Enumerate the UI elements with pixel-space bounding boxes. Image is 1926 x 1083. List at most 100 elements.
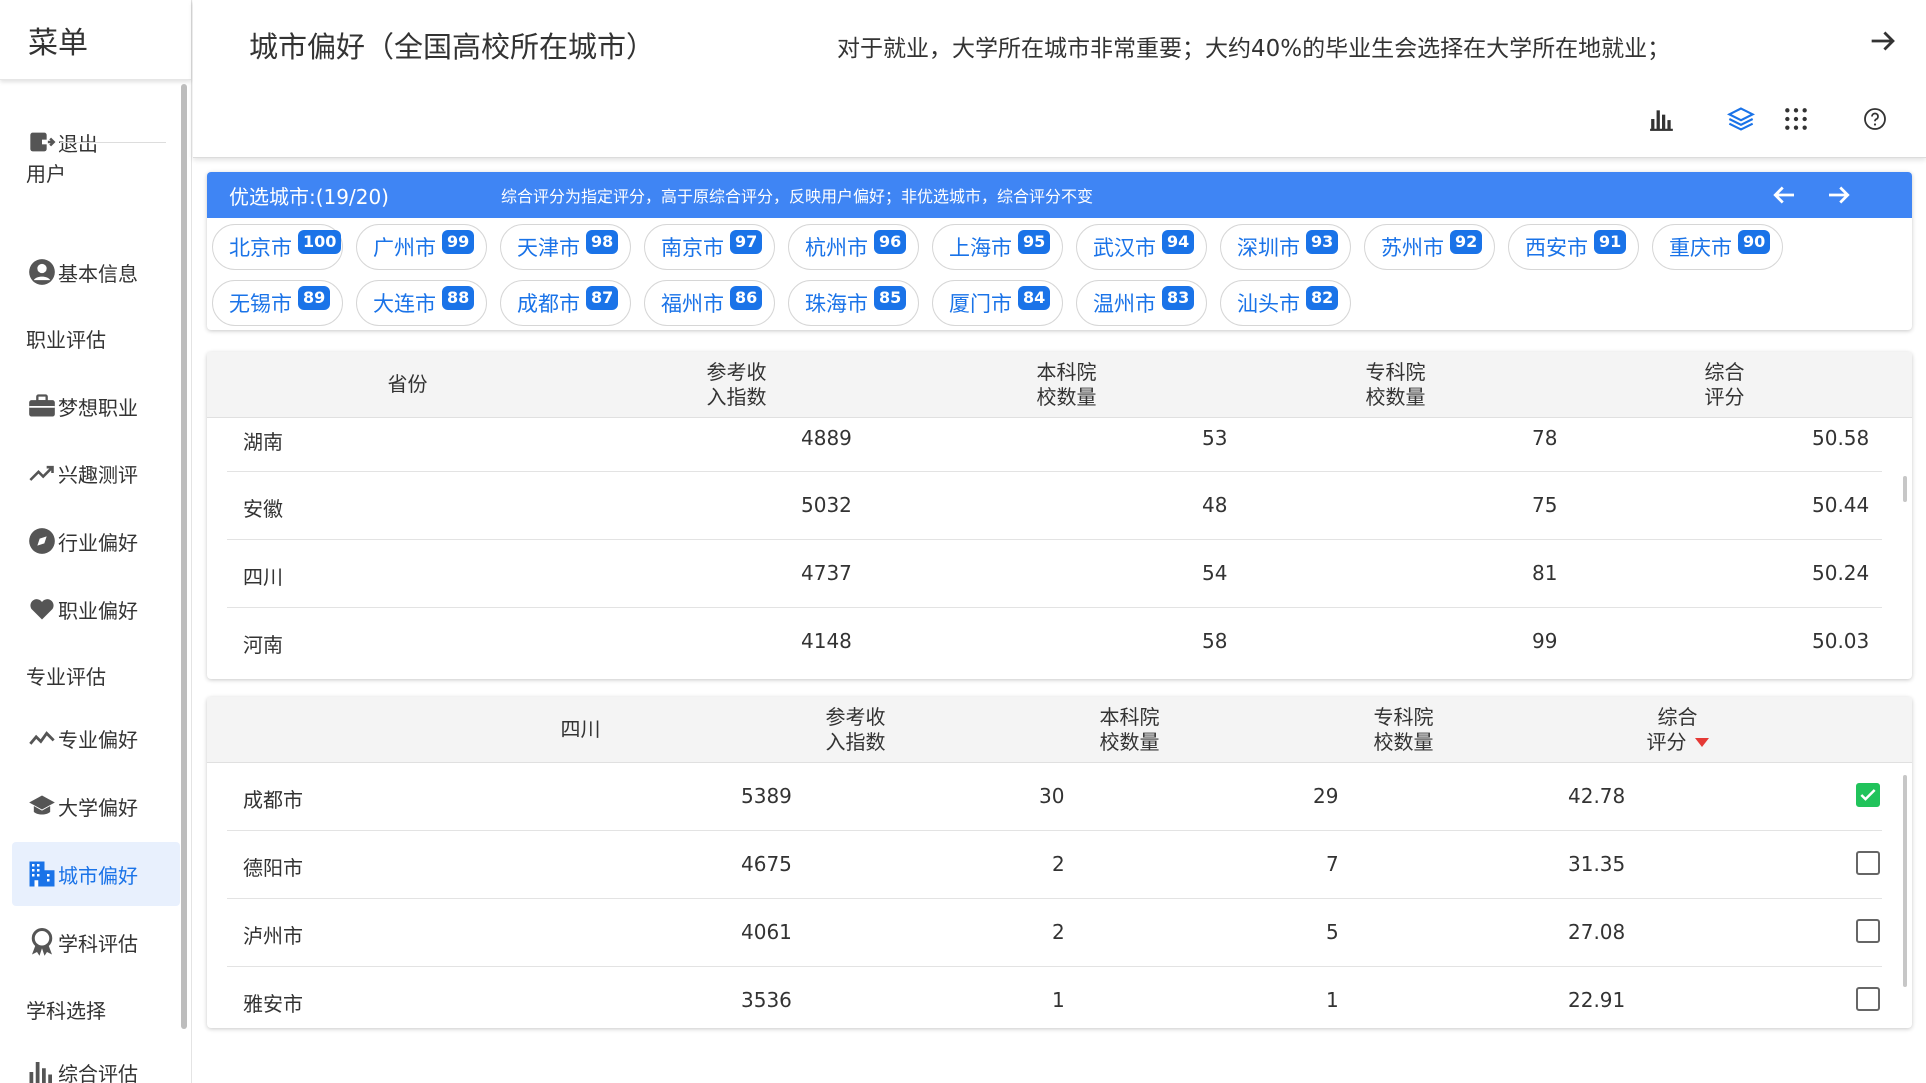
- cell-province: 四川: [243, 565, 283, 589]
- col-province-name-label: 四川: [560, 717, 601, 741]
- city-chip[interactable]: 广州市 99: [356, 224, 487, 270]
- city-chip[interactable]: 重庆市 90: [1652, 224, 1783, 270]
- sidebar-item-label: 专业偏好: [58, 727, 138, 752]
- cell-college: 29: [1313, 784, 1339, 808]
- city-chip-name: 西安市: [1525, 236, 1588, 260]
- city-chip-score: 100: [298, 230, 342, 254]
- col-province-name[interactable]: 四川: [503, 717, 658, 742]
- cell-bachelor: 2: [1052, 852, 1065, 876]
- col-income[interactable]: 参考收 入指数: [778, 705, 933, 755]
- select-checkbox[interactable]: [1856, 851, 1880, 875]
- col-college[interactable]: 专科院 校数量: [1318, 360, 1473, 410]
- city-chip[interactable]: 南京市 97: [644, 224, 775, 270]
- layers-icon[interactable]: [1724, 102, 1758, 136]
- col-bachelor[interactable]: 本科院 校数量: [989, 360, 1144, 410]
- city-chip-score: 93: [1306, 230, 1339, 254]
- city-chip-name: 深圳市: [1237, 236, 1300, 260]
- user-icon: [26, 256, 58, 288]
- cell-college: 75: [1532, 493, 1558, 517]
- city-chip[interactable]: 上海市 95: [932, 224, 1063, 270]
- city-chip-name: 北京市: [229, 236, 292, 260]
- briefcase-icon: [26, 390, 58, 422]
- sidebar-item-major-pref[interactable]: 专业偏好: [12, 706, 180, 770]
- city-chip-score: 91: [1594, 230, 1627, 254]
- select-checkbox[interactable]: [1856, 987, 1880, 1011]
- sidebar-item-interest-test[interactable]: 兴趣测评: [12, 441, 180, 505]
- sidebar-item-label: 大学偏好: [58, 795, 138, 820]
- bar-chart-icon[interactable]: [1645, 102, 1679, 136]
- col-bachelor-line2: 校数量: [1099, 730, 1160, 754]
- city-chip[interactable]: 成都市 87: [500, 280, 631, 326]
- col-income[interactable]: 参考收 入指数: [659, 360, 814, 410]
- city-chip[interactable]: 厦门市 84: [932, 280, 1063, 326]
- city-chip[interactable]: 汕头市 82: [1220, 280, 1351, 326]
- cell-score: 50.03: [1812, 629, 1870, 653]
- sidebar-item-subject-eval[interactable]: 学科评估: [12, 910, 180, 974]
- table-row[interactable]: 泸州市 4061 2 5 27.08: [227, 899, 1882, 967]
- sidebar-item-industry-pref[interactable]: 行业偏好: [12, 509, 180, 573]
- city-chip-score: 94: [1162, 230, 1195, 254]
- logout-icon: [26, 126, 58, 158]
- city-chip[interactable]: 珠海市 85: [788, 280, 919, 326]
- city-chip[interactable]: 武汉市 94: [1076, 224, 1207, 270]
- col-score[interactable]: 综合 评分: [1647, 360, 1802, 410]
- select-checkbox[interactable]: [1856, 919, 1880, 943]
- city-chip[interactable]: 无锡市 89: [212, 280, 343, 326]
- sidebar-group-subject: 学科选择: [26, 999, 106, 1023]
- sort-desc-icon[interactable]: [1694, 738, 1709, 747]
- city-chip[interactable]: 深圳市 93: [1220, 224, 1351, 270]
- compass-icon: [26, 525, 58, 557]
- table-row[interactable]: 四川 4737 54 81 50.24: [227, 540, 1882, 608]
- col-income-line2: 入指数: [706, 385, 767, 409]
- province-table-scrollbar[interactable]: [1903, 476, 1907, 502]
- help-icon[interactable]: [1858, 102, 1892, 136]
- city-chip[interactable]: 杭州市 96: [788, 224, 919, 270]
- col-province[interactable]: 省份: [330, 372, 485, 397]
- cell-bachelor: 2: [1052, 920, 1065, 944]
- select-checkbox[interactable]: [1856, 783, 1880, 807]
- city-chip[interactable]: 苏州市 92: [1364, 224, 1495, 270]
- sidebar: 菜单 退出 用户 基本信息 职业评估 梦想职业 兴趣测评 行业偏好 职业偏好 专…: [0, 0, 192, 1083]
- col-income-line2: 入指数: [825, 730, 886, 754]
- sidebar-item-career-pref[interactable]: 职业偏好: [12, 577, 180, 641]
- city-chip[interactable]: 温州市 83: [1076, 280, 1207, 326]
- apps-grid-icon[interactable]: [1779, 102, 1813, 136]
- city-chip[interactable]: 西安市 91: [1508, 224, 1639, 270]
- table-row[interactable]: 雅安市 3536 1 1 22.91: [227, 967, 1882, 1028]
- sidebar-item-university-pref[interactable]: 大学偏好: [12, 774, 180, 838]
- next-arrow-icon[interactable]: [1866, 24, 1900, 58]
- city-table-scrollbar[interactable]: [1903, 775, 1907, 987]
- table-row[interactable]: 成都市 5389 30 29 42.78: [227, 763, 1882, 831]
- city-chip[interactable]: 大连市 88: [356, 280, 487, 326]
- city-chip-name: 汕头市: [1237, 292, 1300, 316]
- col-score[interactable]: 综合 评分: [1600, 705, 1755, 755]
- col-bachelor[interactable]: 本科院 校数量: [1052, 705, 1207, 755]
- city-chip[interactable]: 福州市 86: [644, 280, 775, 326]
- sidebar-item-basic-info[interactable]: 基本信息: [12, 240, 180, 304]
- city-chip[interactable]: 天津市 98: [500, 224, 631, 270]
- table-row[interactable]: 德阳市 4675 2 7 31.35: [227, 831, 1882, 899]
- cell-college: 1: [1326, 988, 1339, 1012]
- table-row[interactable]: 河南 4148 58 99 50.03: [227, 608, 1882, 676]
- sidebar-item-city-pref[interactable]: 城市偏好: [12, 842, 180, 906]
- cell-income: 4889: [801, 426, 852, 450]
- sidebar-item-overall-eval[interactable]: 综合评估: [12, 1040, 180, 1083]
- table-row[interactable]: 湖南 4889 53 78 50.58: [227, 418, 1882, 472]
- sidebar-item-label: 城市偏好: [58, 863, 138, 888]
- graduation-cap-icon: [26, 790, 58, 822]
- trending-icon: [26, 457, 58, 489]
- sidebar-item-label: 梦想职业: [58, 395, 138, 420]
- city-chip-name: 杭州市: [805, 236, 868, 260]
- city-chip-name: 成都市: [517, 292, 580, 316]
- city-chip[interactable]: 北京市 100: [212, 224, 343, 270]
- sidebar-item-dream-career[interactable]: 梦想职业: [12, 374, 180, 438]
- arrow-left-icon[interactable]: [1769, 180, 1799, 210]
- sidebar-group-user: 用户: [26, 162, 66, 186]
- col-bachelor-line1: 本科院: [1099, 705, 1160, 729]
- col-select[interactable]: 选择: [1874, 717, 1926, 742]
- sidebar-scrollbar[interactable]: [181, 84, 187, 1029]
- city-chip-name: 无锡市: [229, 292, 292, 316]
- col-college[interactable]: 专科院 校数量: [1326, 705, 1481, 755]
- arrow-right-icon[interactable]: [1824, 180, 1854, 210]
- table-row[interactable]: 安徽 5032 48 75 50.44: [227, 472, 1882, 540]
